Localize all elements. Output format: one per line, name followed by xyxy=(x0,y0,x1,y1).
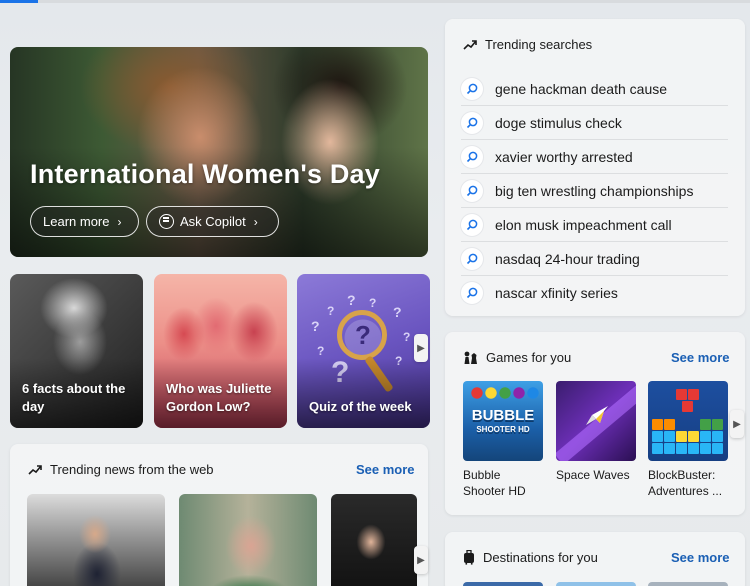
trending-search-text: nasdaq 24-hour trading xyxy=(495,250,640,267)
trending-news-see-more[interactable]: See more xyxy=(356,462,415,477)
trending-search-item[interactable]: elon musk impeachment call xyxy=(461,208,728,242)
magnifier-lens xyxy=(337,310,387,360)
chevron-right-icon: › xyxy=(253,214,258,229)
destination-thumbnail[interactable] xyxy=(463,582,543,586)
game-tile[interactable]: BlockBuster: Adventures ... xyxy=(648,381,728,499)
search-icon xyxy=(461,111,483,134)
games-see-more[interactable]: See more xyxy=(671,350,730,365)
trending-search-text: nascar xfinity series xyxy=(495,285,618,301)
search-icon xyxy=(461,247,483,270)
games-panel: Games for you See more BUBBLE SHOOTER HD… xyxy=(445,332,745,515)
trending-arrow-icon xyxy=(28,464,42,475)
trending-search-item[interactable]: xavier worthy arrested xyxy=(461,140,728,174)
chevron-right-icon: ▶ xyxy=(417,342,425,354)
rocket-ship-icon xyxy=(586,406,608,425)
news-scroll-right-button[interactable]: ▶ xyxy=(414,546,428,574)
news-thumbnail[interactable] xyxy=(331,494,417,586)
hero-title: International Women's Day xyxy=(30,159,380,189)
card-quiz[interactable]: ? ? ? ? ? ? ? ? ? ? Quiz of the week xyxy=(297,274,430,428)
games-header: Games for you xyxy=(463,350,571,365)
bubble-shooter-logo-line1: BUBBLE xyxy=(471,407,535,424)
trending-search-text: xavier worthy arrested xyxy=(495,148,633,165)
game-tile[interactable]: Space Waves xyxy=(556,381,636,483)
news-thumbnail[interactable] xyxy=(27,494,165,586)
trending-searches-title: Trending searches xyxy=(485,37,593,52)
card-juliette[interactable]: Who was Juliette Gordon Low? xyxy=(154,274,287,428)
trending-search-text: gene hackman death cause xyxy=(495,80,668,97)
game-name: BlockBuster: Adventures ... xyxy=(648,468,723,498)
trending-search-item[interactable]: big ten wrestling championships xyxy=(461,174,728,208)
game-name: Bubble Shooter HD xyxy=(463,468,526,498)
game-tile[interactable]: BUBBLE SHOOTER HD Bubble Shooter HD xyxy=(463,381,543,499)
bubble-shooter-logo: BUBBLE SHOOTER HD xyxy=(469,407,537,435)
trending-searches-list: gene hackman death cause doge stimulus c… xyxy=(461,72,728,310)
cards-scroll-right-button[interactable]: ▶ xyxy=(414,334,428,362)
games-title: Games for you xyxy=(486,350,572,365)
card-facts[interactable]: 6 facts about the day xyxy=(10,274,143,428)
chevron-right-icon: ▶ xyxy=(417,554,425,566)
game-name: Space Waves xyxy=(556,468,630,482)
trending-arrow-icon xyxy=(463,39,477,50)
hero-card[interactable]: International Women's Day Learn more › A… xyxy=(10,47,428,257)
destinations-panel: Destinations for you See more xyxy=(445,532,745,586)
search-icon xyxy=(461,77,483,100)
trending-search-item[interactable]: gene hackman death cause xyxy=(461,72,728,106)
card-label: Who was Juliette Gordon Low? xyxy=(166,381,272,414)
destinations-title: Destinations for you xyxy=(483,550,598,565)
trending-searches-header: Trending searches xyxy=(463,37,592,52)
card-label: 6 facts about the day xyxy=(22,381,126,414)
trending-search-item[interactable]: doge stimulus check xyxy=(461,106,728,140)
search-icon xyxy=(461,145,483,168)
bubble-shooter-thumbnail: BUBBLE SHOOTER HD xyxy=(463,381,543,461)
search-icon xyxy=(461,213,483,236)
trending-news-header: Trending news from the web xyxy=(28,462,214,477)
games-scroll-right-button[interactable]: ▶ xyxy=(730,410,744,438)
suitcase-icon xyxy=(464,550,474,565)
card-label: Quiz of the week xyxy=(309,399,412,414)
news-thumbnail[interactable] xyxy=(179,494,317,586)
destinations-see-more[interactable]: See more xyxy=(671,550,730,565)
ask-copilot-label: Ask Copilot xyxy=(180,214,246,229)
trending-search-item[interactable]: nascar xfinity series xyxy=(461,276,728,310)
trending-search-text: big ten wrestling championships xyxy=(495,182,694,199)
learn-more-button[interactable]: Learn more › xyxy=(30,206,139,237)
top-progress-bar xyxy=(0,0,750,3)
space-waves-thumbnail xyxy=(556,381,636,461)
search-icon xyxy=(461,179,483,202)
trending-news-title: Trending news from the web xyxy=(50,462,214,477)
destinations-header: Destinations for you xyxy=(463,550,598,565)
chess-pieces-icon xyxy=(464,351,477,364)
learn-more-label: Learn more xyxy=(43,214,110,229)
trending-search-text: doge stimulus check xyxy=(495,114,622,131)
chat-bubble-icon xyxy=(159,214,174,229)
destination-thumbnail[interactable] xyxy=(648,582,728,586)
magnifier-handle xyxy=(364,355,394,393)
trending-search-item[interactable]: nasdaq 24-hour trading xyxy=(461,242,728,276)
trending-news-panel: Trending news from the web See more xyxy=(10,444,428,586)
trending-searches-panel: Trending searches gene hackman death cau… xyxy=(445,19,745,316)
search-icon xyxy=(461,282,483,304)
chevron-right-icon: ▶ xyxy=(733,418,741,430)
ask-copilot-button[interactable]: Ask Copilot › xyxy=(146,206,279,237)
destination-thumbnail[interactable] xyxy=(556,582,636,586)
trending-search-text: elon musk impeachment call xyxy=(495,216,672,233)
tetris-blocks-art xyxy=(652,389,724,457)
blockbuster-thumbnail xyxy=(648,381,728,461)
bubble-shooter-logo-line2: SHOOTER HD xyxy=(476,425,530,434)
chevron-right-icon: › xyxy=(117,214,122,229)
top-progress-accent xyxy=(0,0,38,3)
